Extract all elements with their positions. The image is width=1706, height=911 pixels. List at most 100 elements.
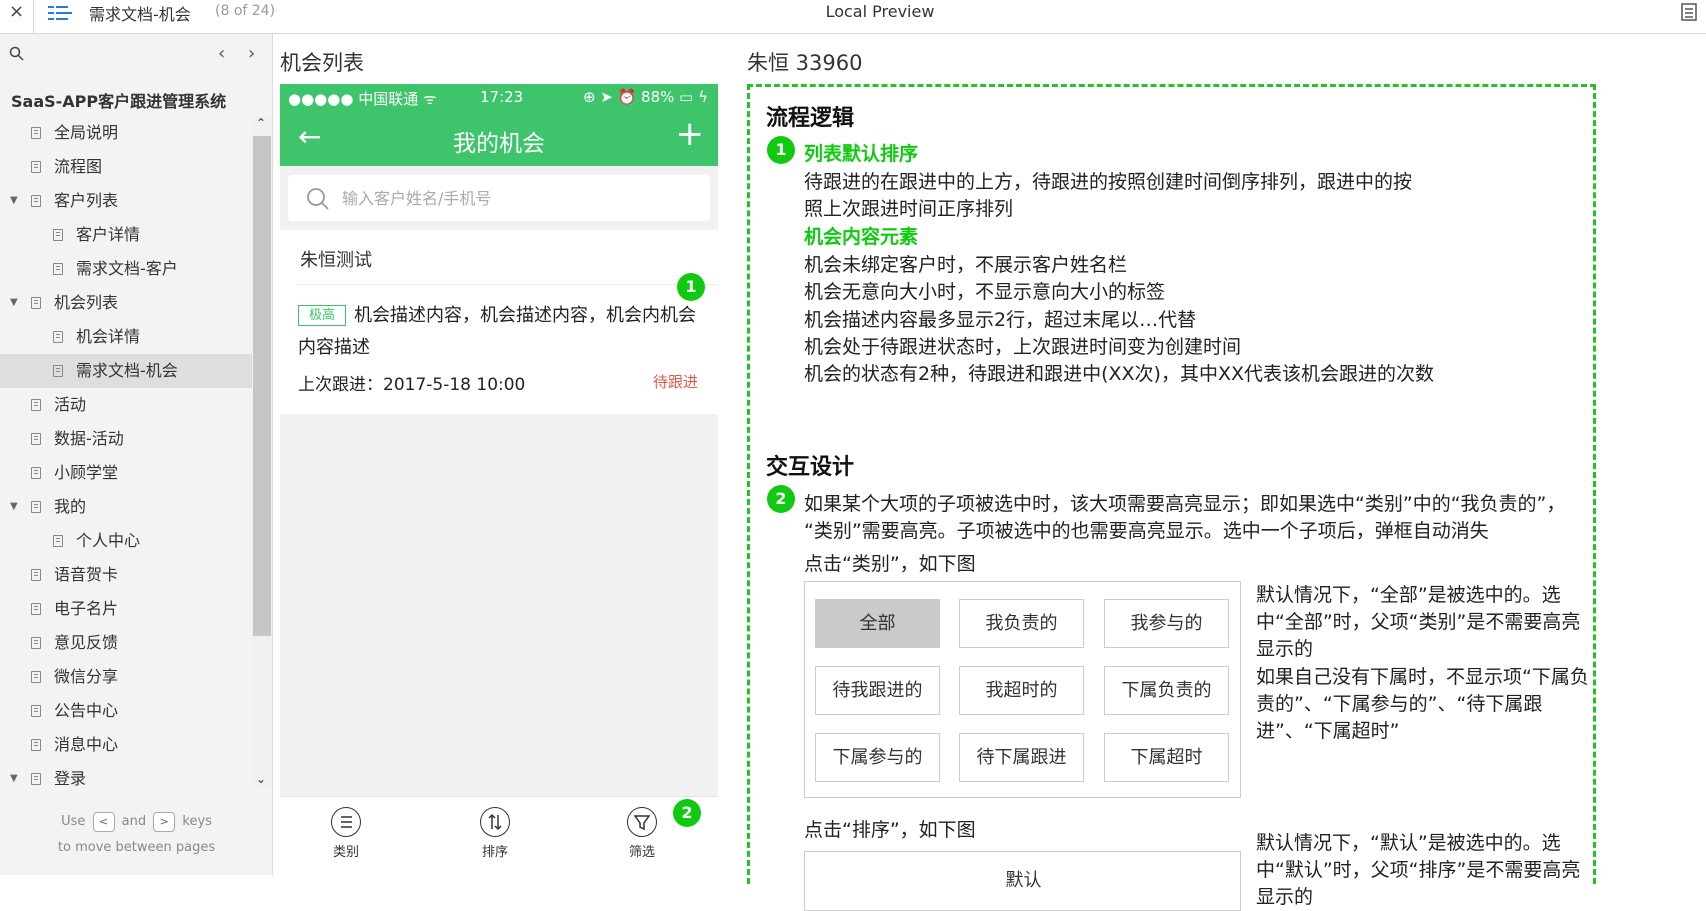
sidebar-item[interactable]: 活动 [0,388,252,422]
tab-sort[interactable]: 排序 [465,807,525,860]
expand-toggle-icon[interactable]: ▼ [10,490,18,524]
sidebar-item-label: 登录 [54,769,87,788]
content-heading: 机会内容元素 [804,226,919,248]
interaction-text: 如果某个大项的子项被选中时，该大项需要高亮显示；即如果选中“类别”中的“我负责的… [804,493,1566,515]
sidebar-scrollbar[interactable]: ⌃ ⌄ [252,116,272,786]
page-icon [31,773,41,785]
sidebar-item[interactable]: 需求文档-机会 [0,354,252,388]
sidebar-item[interactable]: 客户详情 [0,218,252,252]
search-icon[interactable] [9,46,25,62]
sidebar-item[interactable]: 意见反馈 [0,626,252,660]
sidebar-item[interactable]: 电子名片 [0,592,252,626]
sidebar-item[interactable]: 公告中心 [0,694,252,728]
annotation-marker-1: 1 [767,136,795,164]
option-sub-pending[interactable]: 待下属跟进 [959,733,1084,782]
content-line: 机会描述内容最多显示2行，超过末尾以…代替 [804,309,1197,331]
page-icon [31,161,41,173]
sidebar-item[interactable]: ▼ 机会列表 [0,286,252,320]
search-input[interactable] [340,185,690,211]
annotation-marker-2: 2 [673,799,701,827]
sidebar-item-label: 需求文档-客户 [76,259,178,278]
sidebar-item-label: 流程图 [54,157,103,176]
sort-text: 照上次跟进时间正序排列 [804,198,1014,220]
sidebar-item-label: 个人中心 [76,531,141,550]
sidebar-item[interactable]: 微信分享 [0,660,252,694]
option-joined[interactable]: 我参与的 [1104,599,1229,648]
tab-category[interactable]: 类别 [316,807,376,860]
tab-label: 排序 [481,845,508,860]
menu-icon[interactable] [48,4,72,22]
close-button[interactable]: × [0,0,34,33]
category-caption: 点击“类别”，如下图 [804,553,976,575]
sidebar-item[interactable]: 语音贺卡 [0,558,252,592]
expand-toggle-icon[interactable]: ▼ [10,762,18,796]
content-line: 机会未绑定客户时，不展示客户姓名栏 [804,254,1128,276]
sidebar-item-label: 客户列表 [54,191,119,210]
page-icon [31,603,41,615]
option-sub-owned[interactable]: 下属负责的 [1104,666,1229,715]
sidebar-item[interactable]: 全局说明 [0,116,252,150]
help-text: to move between pages [57,840,216,855]
sidebar-item[interactable]: 需求文档-客户 [0,252,252,286]
scroll-down-icon[interactable]: ⌄ [256,772,266,786]
sort-icon [480,807,510,837]
option-sub-joined[interactable]: 下属参与的 [815,733,940,782]
category-popup: 全部 我负责的 我参与的 待我跟进的 我超时的 下属负责的 下属参与的 待下属跟… [804,581,1241,798]
last-followup: 上次跟进：2017-5-18 10:00 [298,375,526,395]
option-my-overdue[interactable]: 我超时的 [959,666,1084,715]
intent-badge: 极高 [298,305,346,326]
opportunity-card[interactable]: 朱恒测试 机会描述内容，机会描述内容，机会内机会内容描述 极高 上次跟进：201… [280,230,718,414]
sidebar-item[interactable]: ▼ 登录 [0,762,252,796]
sidebar-item[interactable]: 机会详情 [0,320,252,354]
previous-page-icon[interactable]: ‹ [218,43,225,64]
app-title: Local Preview [825,2,935,21]
page-icon [31,433,41,445]
sort-caption: 点击“排序”，如下图 [804,819,976,841]
sort-option-default[interactable]: 默认 [805,866,1242,892]
page-icon [53,229,63,241]
option-all[interactable]: 全部 [815,599,940,648]
option-mine[interactable]: 我负责的 [959,599,1084,648]
search-box[interactable] [288,175,710,221]
section-title: 机会列表 [280,51,364,75]
sidebar-item[interactable]: ▼ 我的 [0,490,252,524]
page-icon [53,365,63,377]
sort-text: 待跟进的在跟进中的上方，待跟进的按照创建时间倒序排列，跟进中的按 [804,171,1413,193]
sidebar-item-label: 意见反馈 [54,633,119,652]
scroll-thumb[interactable] [253,136,271,636]
sidebar-item-label: 全局说明 [54,123,119,142]
page-icon [31,399,41,411]
sidebar-item[interactable]: 流程图 [0,150,252,184]
sidebar-item[interactable]: ▼ 客户列表 [0,184,252,218]
option-sub-overdue[interactable]: 下属超时 [1104,733,1229,782]
annotation-marker-2: 2 [767,485,795,513]
page-icon [31,297,41,309]
tab-filter[interactable]: 筛选 [612,807,672,860]
sidebar-item-label: 语音贺卡 [54,565,119,584]
keyboard-help: Use < and > keys to move between pages [0,809,273,861]
tab-label: 类别 [332,845,359,860]
tab-bar: 类别 排序 筛选 [280,796,718,875]
sidebar-item[interactable]: 小顾学堂 [0,456,252,490]
scroll-up-icon[interactable]: ⌃ [256,116,266,130]
interaction-title: 交互设计 [766,455,855,480]
sidebar-item-label: 公告中心 [54,701,119,720]
page-icon [31,705,41,717]
page-icon [31,671,41,683]
notes-icon[interactable] [1680,2,1698,22]
clock: 17:23 [480,88,524,106]
nav-title: 我的机会 [453,131,545,157]
battery-status: ⊕ ➤ ⏰ 88% ▭ ϟ [582,88,708,106]
page-icon [31,127,41,139]
key-next: > [153,811,176,832]
page-icon [53,535,63,547]
next-page-icon[interactable]: › [248,43,255,64]
sidebar-item[interactable]: 数据-活动 [0,422,252,456]
sort-popup: 默认 [804,851,1241,911]
sidebar-item[interactable]: 消息中心 [0,728,252,762]
add-icon[interactable]: + [676,114,705,154]
option-my-pending[interactable]: 待我跟进的 [815,666,940,715]
expand-toggle-icon[interactable]: ▼ [10,286,18,320]
expand-toggle-icon[interactable]: ▼ [10,184,18,218]
sidebar-item[interactable]: 个人中心 [0,524,252,558]
